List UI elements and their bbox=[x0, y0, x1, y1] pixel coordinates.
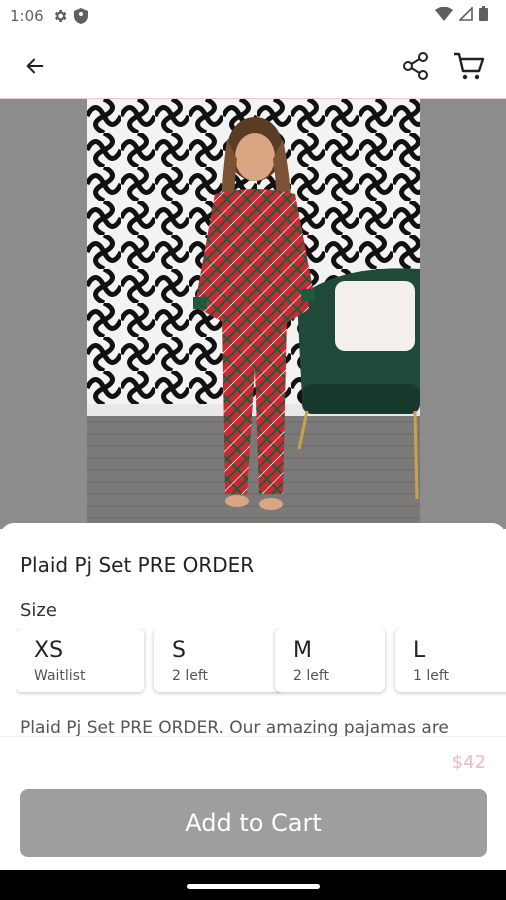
shopping-cart-icon bbox=[454, 52, 485, 80]
settings-gear-icon bbox=[54, 10, 67, 22]
share-icon bbox=[403, 52, 428, 80]
size-option-l[interactable]: L 1 left bbox=[395, 628, 506, 692]
add-to-cart-button[interactable]: Add to Cart bbox=[20, 789, 487, 857]
product-photo-illustration bbox=[87, 99, 420, 529]
size-option-s[interactable]: S 2 left bbox=[154, 628, 282, 692]
size-option-xs[interactable]: XS Waitlist bbox=[16, 628, 144, 692]
app-bar bbox=[0, 32, 506, 99]
product-details-sheet: Plaid Pj Set PRE ORDER Size XS Waitlist … bbox=[0, 523, 506, 736]
share-button[interactable] bbox=[400, 50, 432, 82]
size-name: XS bbox=[34, 638, 64, 663]
size-label: Size bbox=[20, 600, 57, 621]
system-navigation-bar bbox=[0, 870, 506, 900]
battery-icon bbox=[479, 6, 488, 21]
size-options: XS Waitlist S 2 left M 2 left L 1 left bbox=[16, 628, 506, 698]
size-name: M bbox=[293, 638, 312, 663]
product-description: Plaid Pj Set PRE ORDER. Our amazing paja… bbox=[20, 718, 449, 736]
purchase-footer: $42 Add to Cart bbox=[0, 736, 506, 871]
size-availability: 2 left bbox=[293, 668, 330, 684]
product-price: $42 bbox=[451, 752, 486, 773]
home-gesture-handle[interactable] bbox=[187, 884, 320, 889]
cell-signal-icon bbox=[459, 6, 473, 21]
status-bar: 1:06 bbox=[0, 0, 506, 32]
status-time: 1:06 bbox=[10, 7, 44, 25]
size-name: S bbox=[172, 638, 186, 663]
back-button[interactable] bbox=[20, 51, 50, 81]
size-availability: Waitlist bbox=[34, 668, 86, 684]
size-availability: 1 left bbox=[413, 668, 450, 684]
cart-button[interactable] bbox=[452, 50, 486, 82]
product-photo[interactable] bbox=[87, 99, 420, 529]
size-option-m[interactable]: M 2 left bbox=[275, 628, 385, 692]
back-arrow-icon bbox=[26, 58, 44, 74]
size-name: L bbox=[413, 638, 426, 663]
shield-icon bbox=[73, 8, 88, 24]
size-availability: 2 left bbox=[172, 668, 209, 684]
product-title: Plaid Pj Set PRE ORDER bbox=[20, 553, 255, 577]
product-image-area bbox=[0, 99, 506, 529]
wifi-icon bbox=[435, 6, 453, 21]
